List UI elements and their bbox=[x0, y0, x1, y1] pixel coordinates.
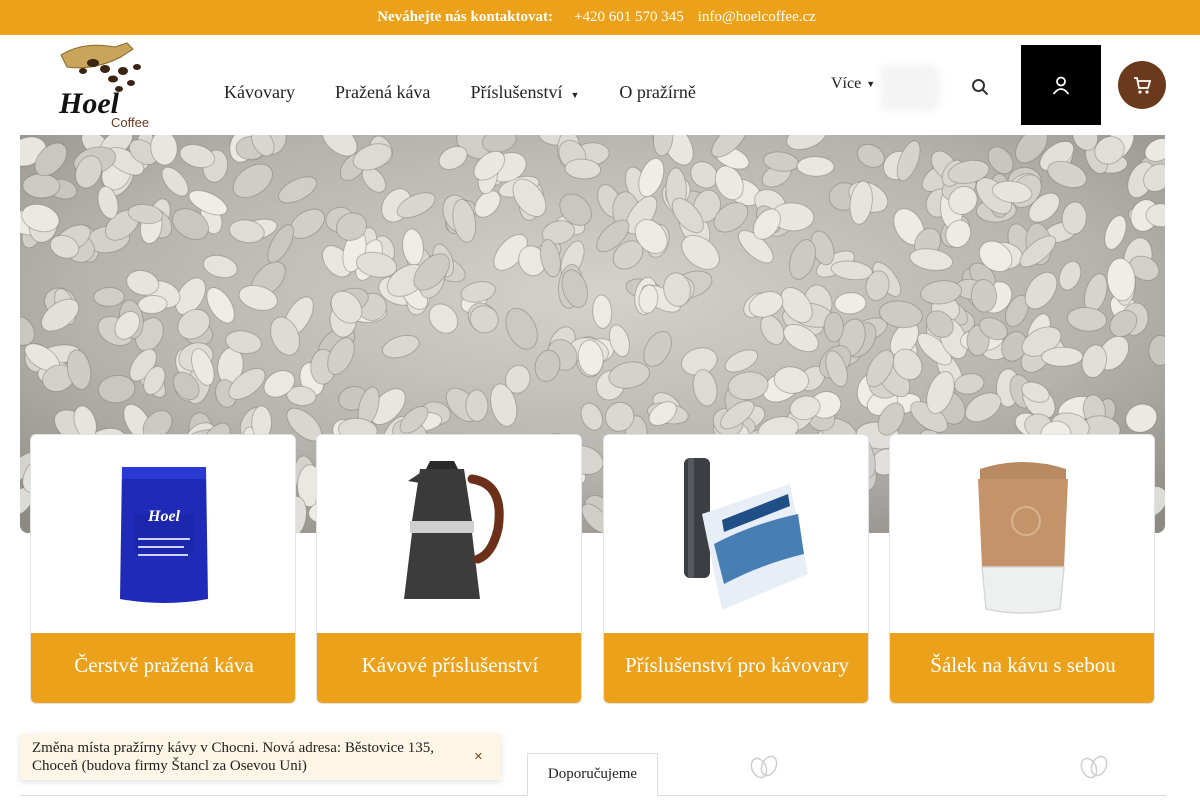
nav-item-label: O pražírně bbox=[619, 82, 696, 102]
nav-item-kavovary[interactable]: Kávovary bbox=[224, 82, 295, 103]
category-label: Šálek na kávu s sebou bbox=[890, 633, 1154, 703]
nav-item-label: Pražená káva bbox=[334, 82, 431, 102]
nav-item-prazena-kava[interactable]: Pražená káva bbox=[335, 82, 430, 103]
nav-item-prislusenstvi[interactable]: Příslušenství ▼ bbox=[470, 82, 579, 103]
cart-icon bbox=[1134, 77, 1152, 94]
main-nav: Kávovary Pražená káva Příslušenství ▼ O … bbox=[224, 82, 736, 103]
category-label: Čerstvě pražená káva bbox=[31, 633, 295, 703]
category-image bbox=[317, 435, 581, 633]
site-header: Hoel Coffee Kávovary Pražená káva Příslu… bbox=[0, 35, 1200, 135]
coffee-bag-icon: Hoel bbox=[120, 467, 208, 603]
nav-item-label: Kávovary bbox=[224, 82, 295, 102]
travel-cup-icon bbox=[978, 462, 1068, 614]
category-card-travel-cup[interactable]: Šálek na kávu s sebou bbox=[889, 434, 1155, 704]
chevron-down-icon: ▼ bbox=[570, 89, 580, 100]
category-label: Příslušenství pro kávovary bbox=[604, 633, 868, 703]
category-image bbox=[604, 435, 868, 633]
contact-label: Neváhejte nás kontaktovat: bbox=[377, 9, 554, 25]
logo[interactable]: Hoel Coffee bbox=[53, 41, 153, 130]
contact-bar: Neváhejte nás kontaktovat: +420 601 570 … bbox=[0, 0, 1200, 35]
user-icon bbox=[1052, 76, 1070, 95]
logo-image: Hoel Coffee bbox=[58, 42, 149, 130]
account-button[interactable] bbox=[1021, 45, 1101, 125]
category-image: Hoel bbox=[31, 435, 295, 633]
close-icon[interactable]: ✕ bbox=[474, 748, 483, 766]
category-label: Kávové příslušenství bbox=[317, 633, 581, 703]
contact-email-link[interactable]: info@hoelcoffee.cz bbox=[698, 9, 816, 26]
search-button[interactable] bbox=[962, 75, 998, 99]
nav-item-o-prazirne[interactable]: O pražírně bbox=[619, 82, 695, 103]
category-card-machine-accessories[interactable]: Příslušenství pro kávovary bbox=[603, 434, 869, 704]
category-card-coffee[interactable]: Hoel Čerstvě pražená káva bbox=[30, 434, 296, 704]
more-menu-button[interactable]: Více ▼ bbox=[831, 75, 875, 93]
notice-text: Změna místa pražírny kávy v Chocni. Nová… bbox=[32, 740, 434, 774]
cart-button[interactable] bbox=[1118, 61, 1166, 109]
category-card-accessories[interactable]: Kávové příslušenství bbox=[316, 434, 582, 704]
contact-phone-link[interactable]: +420 601 570 345 bbox=[574, 9, 684, 26]
tab-label: Doporučujeme bbox=[547, 766, 638, 782]
coffee-bean-icon bbox=[1080, 755, 1108, 779]
tab-recommended[interactable]: Doporučujeme bbox=[527, 753, 658, 796]
svg-text:Hoel: Hoel bbox=[147, 508, 181, 525]
address-change-notice: Změna místa pražírny kávy v Chocni. Nová… bbox=[20, 734, 501, 780]
chevron-down-icon: ▼ bbox=[866, 79, 876, 89]
svg-text:Coffee: Coffee bbox=[111, 115, 149, 129]
category-cards: Hoel Čerstvě pražená káva Kávové přísluš… bbox=[30, 434, 1155, 704]
moka-pot-icon bbox=[404, 461, 504, 599]
blurred-overlay bbox=[880, 65, 940, 111]
search-icon bbox=[972, 79, 989, 96]
category-image bbox=[890, 435, 1154, 633]
coffee-bean-icon bbox=[750, 755, 778, 779]
water-filter-icon bbox=[684, 458, 808, 610]
nav-item-label: Příslušenství bbox=[470, 82, 563, 102]
more-label: Více bbox=[831, 75, 862, 92]
